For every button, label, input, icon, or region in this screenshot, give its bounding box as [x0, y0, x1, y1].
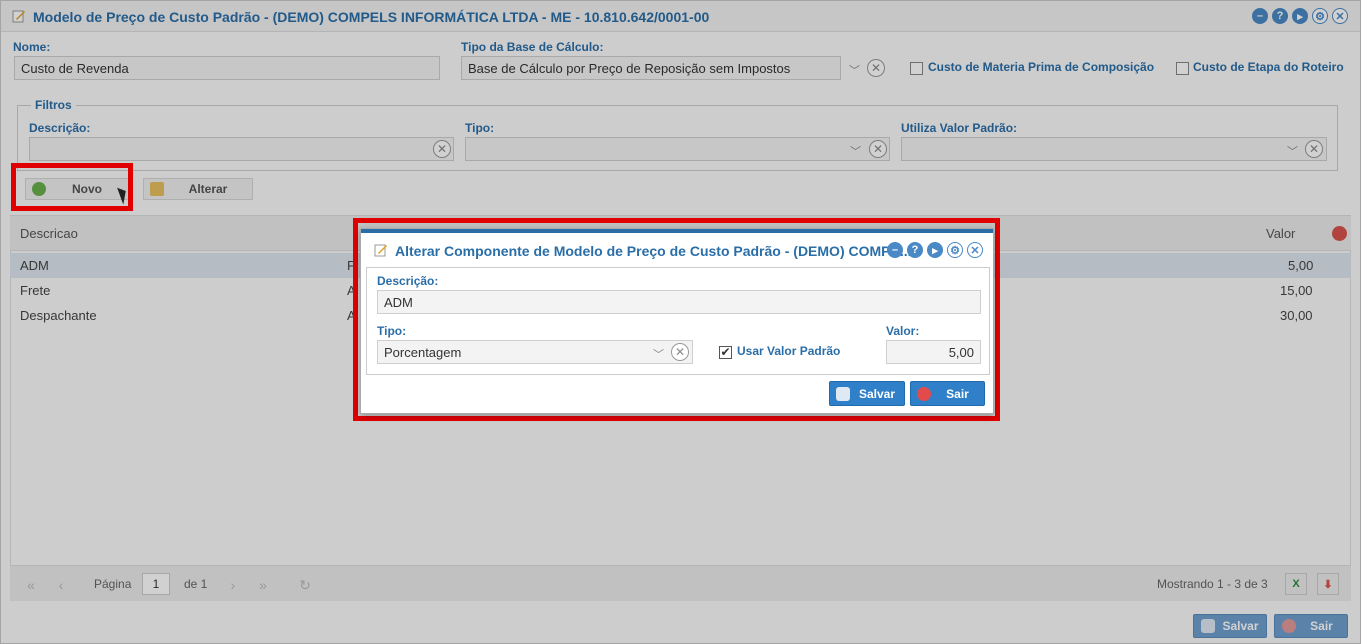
- edit-component-dialog: Alterar Componente de Modelo de Preço de…: [360, 228, 994, 414]
- dialog-descricao-label: Descrição:: [377, 274, 439, 288]
- dialog-title: Alterar Componente de Modelo de Preço de…: [395, 243, 912, 259]
- exit-icon: [917, 386, 931, 401]
- dialog-descricao-input[interactable]: ADM: [377, 290, 981, 314]
- usar-valor-checkbox[interactable]: ✔: [719, 346, 732, 359]
- play-icon[interactable]: ▸: [927, 242, 943, 258]
- usar-valor-label: Usar Valor Padrão: [737, 344, 841, 358]
- edit-icon: [374, 244, 387, 257]
- save-icon: [836, 386, 850, 401]
- close-icon[interactable]: ✕: [967, 242, 983, 258]
- dialog-sair-button[interactable]: Sair: [910, 381, 985, 406]
- highlight-novo: [11, 163, 133, 211]
- dialog-valor-label: Valor:: [886, 324, 920, 338]
- dialog-tipo-select[interactable]: Porcentagem: [377, 340, 693, 364]
- clear-icon[interactable]: ✕: [671, 343, 689, 361]
- dialog-valor-input[interactable]: 5,00: [886, 340, 981, 364]
- minimize-icon[interactable]: –: [887, 242, 903, 258]
- dialog-header: Alterar Componente de Modelo de Preço de…: [361, 229, 993, 265]
- chevron-down-icon[interactable]: ﹀: [653, 346, 664, 362]
- dialog-tipo-label: Tipo:: [377, 324, 407, 338]
- dialog-body: Descrição: ADM Tipo: Porcentagem ﹀ ✕ ✔ U…: [366, 267, 990, 375]
- settings-icon[interactable]: ⚙: [947, 242, 963, 258]
- dialog-controls: – ? ▸ ⚙ ✕: [887, 242, 983, 258]
- dialog-sair-label: Sair: [946, 386, 969, 401]
- dialog-salvar-button[interactable]: Salvar: [829, 381, 905, 406]
- dialog-salvar-label: Salvar: [858, 386, 896, 401]
- help-icon[interactable]: ?: [907, 242, 923, 258]
